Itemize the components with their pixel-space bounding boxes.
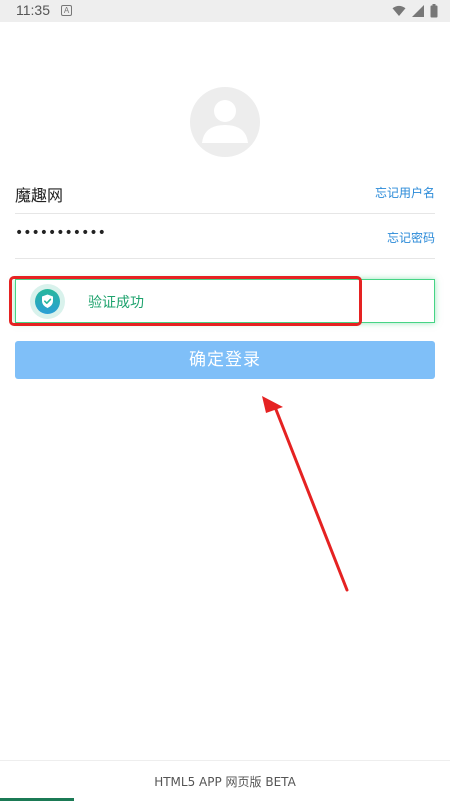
footer: HTML5 APP 网页版 BETA [0, 760, 450, 801]
password-value[interactable]: ••••••••••• [15, 225, 106, 241]
user-avatar-icon [202, 100, 248, 143]
avatar [190, 87, 260, 157]
password-field[interactable]: ••••••••••• 忘记密码 [15, 215, 435, 259]
wifi-icon [392, 5, 406, 16]
status-time: 11:35 [16, 2, 50, 18]
footer-text: HTML5 APP 网页版 BETA [154, 775, 296, 789]
notification-icon: A [61, 5, 72, 16]
signal-icon [412, 5, 424, 17]
forgot-password-link[interactable]: 忘记密码 [387, 229, 435, 246]
login-button[interactable]: 确定登录 [15, 341, 435, 379]
status-bar: 11:35 A [0, 0, 450, 22]
battery-icon [430, 4, 438, 18]
username-value[interactable]: 魔趣网 [15, 182, 63, 206]
annotation-highlight-box [9, 276, 362, 326]
status-icons [392, 4, 438, 18]
username-field[interactable]: 魔趣网 忘记用户名 [15, 170, 435, 214]
forgot-username-link[interactable]: 忘记用户名 [375, 184, 435, 201]
